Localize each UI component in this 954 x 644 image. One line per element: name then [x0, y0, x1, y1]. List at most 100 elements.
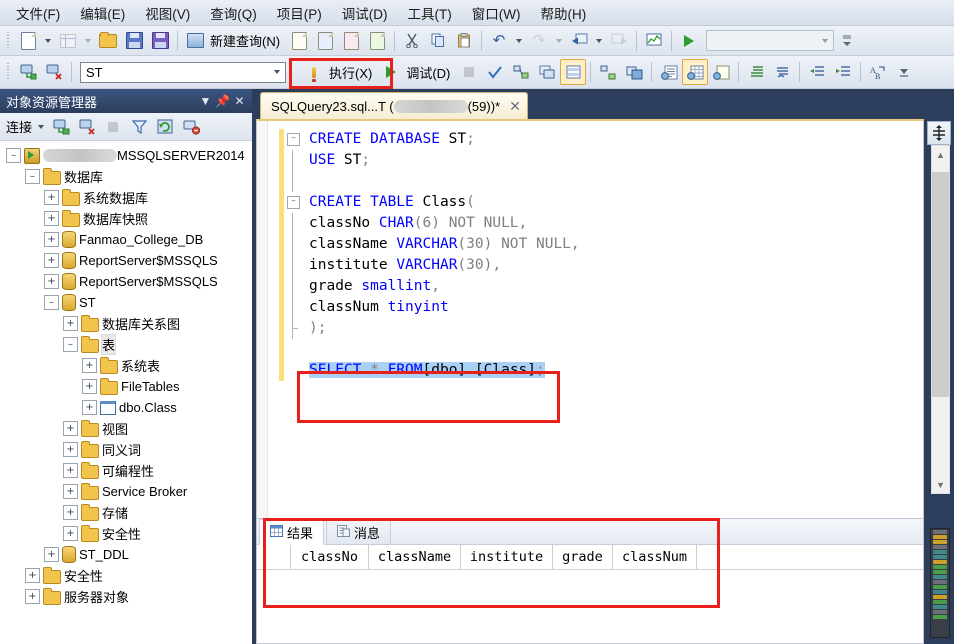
stop-icon[interactable] — [456, 59, 482, 85]
scroll-down-icon[interactable]: ▼ — [932, 476, 949, 493]
menu-help[interactable]: 帮助(H) — [530, 0, 596, 26]
new-item-icon[interactable] — [15, 28, 41, 54]
expand-icon[interactable]: + — [63, 526, 78, 541]
close-icon[interactable]: ✕ — [509, 99, 521, 113]
tree-node-server-objects[interactable]: + 服务器对象 — [0, 586, 252, 607]
save-all-icon[interactable] — [147, 28, 173, 54]
pin-icon[interactable]: 📌 — [214, 93, 231, 110]
new-table-dropdown[interactable] — [81, 38, 95, 43]
tree-node-service-broker[interactable]: + Service Broker — [0, 481, 252, 502]
tab-messages[interactable]: 消息 — [326, 519, 392, 544]
uncomment-icon[interactable] — [769, 59, 795, 85]
tree-node-server[interactable]: – MSSQLSERVER2014 — [0, 145, 252, 166]
disconnect-server-icon[interactable] — [74, 114, 100, 140]
execute-button[interactable]: 执行(X) — [327, 63, 378, 82]
code-map-indicator[interactable] — [930, 528, 950, 638]
paste-icon[interactable] — [451, 28, 477, 54]
execute-icon[interactable] — [301, 59, 327, 85]
decrease-indent-icon[interactable] — [804, 59, 830, 85]
menu-tools[interactable]: 工具(T) — [398, 0, 462, 26]
tree-node-storage[interactable]: + 存储 — [0, 502, 252, 523]
tree-node-security-server[interactable]: + 安全性 — [0, 565, 252, 586]
results-grid-body[interactable] — [257, 570, 923, 630]
menu-debug[interactable]: 调试(D) — [332, 0, 398, 26]
debug-button[interactable]: 调试(D) — [404, 63, 456, 82]
parse-icon[interactable] — [482, 59, 508, 85]
toolbar-grip[interactable] — [5, 31, 12, 50]
connect-dropdown-icon[interactable] — [38, 124, 45, 129]
save-icon[interactable] — [121, 28, 147, 54]
new-db-engine-query-icon[interactable] — [286, 28, 312, 54]
expand-icon[interactable]: + — [44, 190, 59, 205]
tree-node-tables[interactable]: – 表 — [0, 334, 252, 355]
expand-icon[interactable]: + — [44, 232, 59, 247]
tree-node-filetables[interactable]: + FileTables — [0, 376, 252, 397]
connect-server-icon[interactable] — [48, 114, 74, 140]
tree-node-dbo-class[interactable]: + dbo.Class — [0, 397, 252, 418]
collapse-icon[interactable]: – — [63, 337, 78, 352]
vertical-scrollbar[interactable]: ▲ ▼ — [931, 145, 950, 494]
expand-icon[interactable]: + — [82, 400, 97, 415]
tree-node-reportserver-tempdb[interactable]: + ReportServer$MSSQLS — [0, 271, 252, 292]
toolbar-grip[interactable] — [5, 63, 12, 81]
split-editor-button[interactable] — [927, 121, 951, 145]
fold-toggle-icon[interactable]: – — [287, 133, 300, 146]
sqlcmd-mode-icon[interactable] — [621, 59, 647, 85]
collapse-icon[interactable]: – — [44, 295, 59, 310]
activity-monitor-icon[interactable] — [641, 28, 667, 54]
connect-icon[interactable] — [15, 59, 41, 85]
include-actual-plan-icon[interactable] — [560, 59, 587, 85]
new-query-icon[interactable] — [182, 28, 208, 54]
expand-icon[interactable]: + — [82, 358, 97, 373]
comment-icon[interactable] — [743, 59, 769, 85]
menu-project[interactable]: 项目(P) — [267, 0, 332, 26]
increase-indent-icon[interactable] — [830, 59, 856, 85]
toolbar-overflow-icon[interactable] — [891, 59, 917, 85]
expand-icon[interactable]: + — [25, 568, 40, 583]
tree-node-system-tables[interactable]: + 系统表 — [0, 355, 252, 376]
debug-icon[interactable] — [378, 59, 404, 85]
tree-node-fanmao-college-db[interactable]: + Fanmao_College_DB — [0, 229, 252, 250]
collapse-icon[interactable]: – — [25, 169, 40, 184]
open-file-icon[interactable] — [95, 28, 121, 54]
tree-node-databases[interactable]: – 数据库 — [0, 166, 252, 187]
scroll-up-icon[interactable]: ▲ — [932, 146, 949, 163]
include-client-statistics-icon[interactable] — [595, 59, 621, 85]
database-combo[interactable]: ST — [80, 61, 286, 83]
expand-icon[interactable]: + — [44, 211, 59, 226]
new-query-label[interactable]: 新建查询(N) — [208, 31, 286, 50]
navigate-backward-icon[interactable] — [566, 28, 592, 54]
menu-window[interactable]: 窗口(W) — [462, 0, 531, 26]
close-icon[interactable]: ✕ — [231, 93, 248, 110]
tree-node-views[interactable]: + 视图 — [0, 418, 252, 439]
filter-icon[interactable] — [126, 114, 152, 140]
tree-node-system-databases[interactable]: + 系统数据库 — [0, 187, 252, 208]
new-xmla-query-icon[interactable] — [364, 28, 390, 54]
redo-dropdown[interactable] — [552, 38, 566, 43]
start-debug-icon[interactable] — [676, 28, 702, 54]
new-mdx-query-icon[interactable] — [312, 28, 338, 54]
tree-node-database-snapshots[interactable]: + 数据库快照 — [0, 208, 252, 229]
copy-icon[interactable] — [425, 28, 451, 54]
expand-icon[interactable]: + — [44, 547, 59, 562]
undo-icon[interactable]: ↶ — [486, 28, 512, 54]
tree-node-programmability[interactable]: + 可编程性 — [0, 460, 252, 481]
new-table-icon[interactable] — [55, 28, 81, 54]
undo-dropdown[interactable] — [512, 38, 526, 43]
column-header[interactable]: institute — [461, 545, 553, 569]
menu-query[interactable]: 查询(Q) — [200, 0, 267, 26]
fold-toggle-icon[interactable]: – — [287, 196, 300, 209]
stop-icon[interactable] — [100, 114, 126, 140]
refresh-icon[interactable] — [152, 114, 178, 140]
column-header[interactable]: classNum — [613, 545, 697, 569]
expand-icon[interactable]: + — [63, 442, 78, 457]
column-header[interactable]: grade — [553, 545, 613, 569]
new-item-dropdown[interactable] — [41, 38, 55, 43]
toolbar-overflow-icon[interactable] — [834, 28, 860, 54]
connect-button[interactable]: 连接 — [4, 117, 34, 136]
display-estimated-plan-icon[interactable] — [508, 59, 534, 85]
debug-target-combo[interactable] — [706, 30, 835, 51]
tree-node-security-db[interactable]: + 安全性 — [0, 523, 252, 544]
expand-icon[interactable]: + — [63, 421, 78, 436]
expand-icon[interactable]: + — [44, 274, 59, 289]
